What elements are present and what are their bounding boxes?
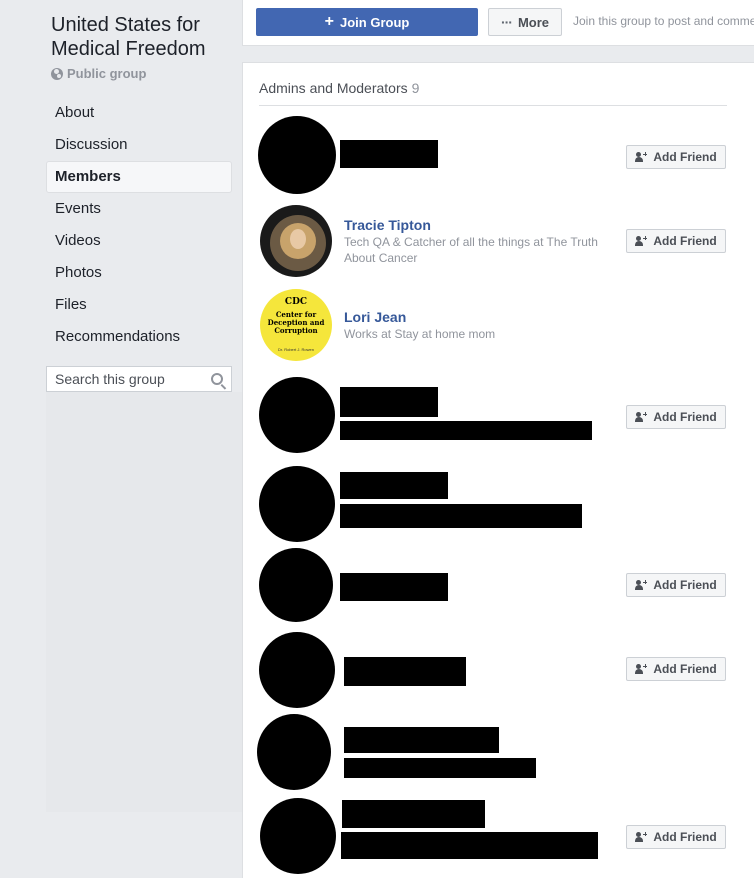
group-privacy-label: Public group	[67, 66, 147, 81]
admins-heading-label: Admins and Moderators	[259, 80, 408, 96]
sidebar-empty-area	[46, 392, 242, 812]
add-friend-icon	[635, 663, 648, 675]
add-friend-label: Add Friend	[653, 410, 717, 424]
redacted-name	[344, 657, 466, 686]
admins-heading: Admins and Moderators 9	[259, 80, 419, 96]
join-group-button[interactable]: + Join Group	[256, 8, 478, 36]
more-dots-icon: ···	[500, 14, 513, 30]
add-friend-label: Add Friend	[653, 662, 717, 676]
nav-item-events[interactable]: Events	[46, 193, 232, 225]
join-group-label: Join Group	[340, 14, 410, 30]
redacted-name	[340, 387, 438, 417]
nav-item-about[interactable]: About	[46, 97, 232, 129]
redacted-name	[344, 727, 499, 753]
search-icon[interactable]	[211, 373, 223, 385]
redacted-name	[342, 800, 485, 828]
group-name[interactable]: United States for Medical Freedom	[51, 13, 236, 61]
avatar[interactable]	[259, 377, 335, 453]
avatar-logo-subtext: Center for Deception and Corruption	[267, 310, 325, 335]
add-friend-icon	[635, 151, 648, 163]
members-panel: Admins and Moderators 9 Add Friend Tracie…	[242, 62, 754, 878]
nav-item-members[interactable]: Members	[46, 161, 232, 193]
globe-icon	[51, 67, 63, 80]
nav-item-videos[interactable]: Videos	[46, 225, 232, 257]
redacted-name	[340, 472, 448, 499]
plus-icon: +	[324, 13, 334, 30]
add-friend-icon	[635, 579, 648, 591]
member-name[interactable]: Tracie Tipton	[344, 217, 431, 233]
avatar[interactable]	[259, 466, 335, 542]
member-info: Works at Stay at home mom	[344, 327, 496, 341]
redacted-info	[341, 832, 598, 859]
group-privacy: Public group	[51, 66, 146, 81]
add-friend-button[interactable]: Add Friend	[626, 229, 726, 253]
add-friend-button[interactable]: Add Friend	[626, 573, 726, 597]
group-action-bar: + Join Group ··· More Join this group to…	[242, 0, 754, 46]
redacted-name	[340, 140, 438, 168]
group-sidebar: United States for Medical Freedom Public…	[0, 0, 242, 878]
admins-count: 9	[411, 80, 420, 96]
avatar[interactable]	[258, 116, 336, 194]
more-button[interactable]: ··· More	[488, 8, 562, 36]
add-friend-label: Add Friend	[653, 578, 717, 592]
redacted-info	[340, 504, 582, 528]
group-search-input[interactable]: Search this group	[46, 366, 232, 392]
member-info: Tech QA & Catcher of all the things at T…	[344, 235, 598, 265]
group-nav: About Discussion Members Events Videos P…	[46, 97, 232, 353]
add-friend-button[interactable]: Add Friend	[626, 825, 726, 849]
add-friend-icon	[635, 831, 648, 843]
avatar-logo-text: CDC	[284, 297, 308, 307]
add-friend-label: Add Friend	[653, 150, 717, 164]
avatar[interactable]: CDC Center for Deception and Corruption …	[260, 289, 332, 361]
add-friend-button[interactable]: Add Friend	[626, 145, 726, 169]
join-hint-text: Join this group to post and comment.	[573, 14, 754, 28]
more-label: More	[517, 14, 550, 30]
add-friend-button[interactable]: Add Friend	[626, 657, 726, 681]
nav-item-photos[interactable]: Photos	[46, 257, 232, 289]
avatar-logo-byline: Dr. Robert J. Rowen	[277, 347, 314, 352]
avatar[interactable]	[260, 798, 336, 874]
nav-item-discussion[interactable]: Discussion	[46, 129, 232, 161]
add-friend-label: Add Friend	[653, 830, 717, 844]
add-friend-icon	[635, 235, 648, 247]
member-name[interactable]: Lori Jean	[344, 309, 406, 325]
avatar[interactable]	[259, 548, 333, 622]
redacted-info	[344, 758, 536, 778]
nav-item-files[interactable]: Files	[46, 289, 232, 321]
redacted-info	[340, 421, 592, 440]
add-friend-label: Add Friend	[653, 234, 717, 248]
avatar[interactable]	[260, 205, 332, 277]
search-placeholder: Search this group	[55, 371, 165, 387]
redacted-name	[340, 573, 448, 601]
add-friend-icon	[635, 411, 648, 423]
avatar[interactable]	[257, 714, 331, 790]
add-friend-button[interactable]: Add Friend	[626, 405, 726, 429]
avatar[interactable]	[259, 632, 335, 708]
divider	[259, 105, 727, 106]
nav-item-recommendations[interactable]: Recommendations	[46, 321, 232, 353]
